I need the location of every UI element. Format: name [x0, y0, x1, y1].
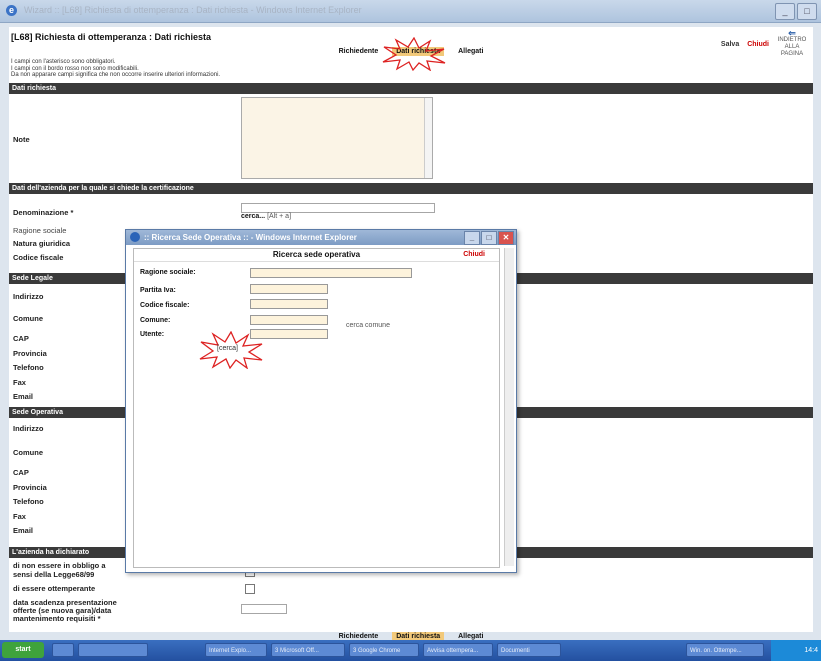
- taskbar-item[interactable]: Internet Explo...: [205, 643, 267, 657]
- popup-comune-field[interactable]: [250, 315, 328, 325]
- codice-fiscale-label: Codice fiscale: [13, 253, 64, 262]
- scadenza-line-3: mantenimento requisiti *: [13, 614, 101, 623]
- tab-allegati[interactable]: Allegati: [454, 47, 487, 56]
- taskbar-item[interactable]: [78, 643, 148, 657]
- popup-ragione-sociale-field[interactable]: [250, 268, 412, 278]
- popup-codice-fiscale-field[interactable]: [250, 299, 328, 309]
- popup-title: :: Ricerca Sede Operativa :: - Windows I…: [144, 233, 357, 242]
- popup-header: Ricerca sede operativa Chiudi: [134, 249, 499, 262]
- comune-operativa-label: Comune: [13, 448, 43, 457]
- popup-partita-iva-field[interactable]: [250, 284, 328, 294]
- taskbar-item[interactable]: Documenti: [497, 643, 561, 657]
- note-line: Da non apparare campi significa che non …: [11, 72, 221, 78]
- email-label: Email: [13, 392, 34, 401]
- window-titlebar: e Wizard :: [L68] Richiesta di ottempera…: [0, 0, 821, 23]
- denominazione-field[interactable]: [241, 203, 435, 213]
- cap-label: CAP: [13, 334, 29, 343]
- start-button[interactable]: start: [2, 642, 44, 658]
- popup-partita-iva-label: Partita Iva:: [140, 287, 176, 294]
- taskbar-item[interactable]: Win. on. Ottempe...: [686, 643, 764, 657]
- fax-operativa-label: Fax: [13, 512, 26, 521]
- ottemperante-checkbox[interactable]: [245, 584, 255, 594]
- indirizzo-operativa-label: Indirizzo: [13, 424, 44, 433]
- highlight-star-icon: [382, 37, 446, 71]
- maximize-icon[interactable]: □: [481, 231, 497, 245]
- scadenza-label: data scadenza presentazione offerte (se n…: [13, 599, 117, 623]
- telefono-label: Telefono: [13, 363, 44, 372]
- ie-icon: e: [6, 5, 17, 16]
- popup-close-button[interactable]: Chiudi: [463, 249, 485, 261]
- popup-comune-label: Comune:: [140, 317, 171, 324]
- ottemperante-label: di essere ottemperante: [13, 584, 96, 593]
- telefono-operativa-label: Telefono: [13, 497, 44, 506]
- taskbar-item[interactable]: [52, 643, 74, 657]
- note-label: Note: [13, 135, 30, 144]
- email-operativa-label: Email: [13, 526, 34, 535]
- popup-codice-fiscale-label: Codice fiscale:: [140, 302, 190, 309]
- cerca-link-label: cerca...: [241, 213, 266, 220]
- denominazione-label: Denominazione *: [13, 208, 74, 217]
- popup-ragione-sociale-label: Ragione sociale:: [140, 269, 196, 276]
- popup-ricerca-sede: :: Ricerca Sede Operativa :: - Windows I…: [125, 229, 517, 573]
- taskbar-item[interactable]: Avvisa ottempera...: [423, 643, 493, 657]
- provincia-label: Provincia: [13, 349, 47, 358]
- taskbar-item[interactable]: 3 Microsoft Off...: [271, 643, 345, 657]
- page-title: [L68] Richiesta di ottemperanza : Dati r…: [11, 32, 212, 42]
- section-azienda: Dati dell'azienda per la quale si chiede…: [9, 183, 813, 194]
- popup-utente-label: Utente:: [140, 331, 165, 338]
- tab-richiedente[interactable]: Richiedente: [335, 47, 383, 56]
- obbligo-line-2: sensi della Legge68/99: [13, 570, 95, 579]
- indirizzo-label: Indirizzo: [13, 292, 44, 301]
- scadenza-date-field[interactable]: [241, 604, 287, 614]
- close-icon[interactable]: ✕: [498, 231, 514, 245]
- taskbar-clock: 14:4: [771, 640, 821, 661]
- popup-window-controls: _ □ ✕: [464, 231, 514, 245]
- cap-operativa-label: CAP: [13, 468, 29, 477]
- ie-icon: [130, 232, 140, 242]
- section-dati-richiesta: Dati richiesta: [9, 83, 813, 94]
- popup-titlebar: :: Ricerca Sede Operativa :: - Windows I…: [126, 230, 516, 245]
- obbligo-line-1: di non essere in obbligo a: [13, 561, 106, 570]
- windows-taskbar: start Internet Explo... 3 Microsoft Off.…: [0, 640, 821, 661]
- fax-label: Fax: [13, 378, 26, 387]
- ragione-sociale-label: Ragione sociale: [13, 226, 67, 235]
- comune-label: Comune: [13, 314, 43, 323]
- popup-content: Ricerca sede operativa Chiudi Ragione so…: [133, 248, 500, 568]
- cerca-link[interactable]: cerca... [Alt + a]: [241, 213, 291, 220]
- popup-heading: Ricerca sede operativa: [272, 250, 361, 259]
- window-title: Wizard :: [L68] Richiesta di ottemperanz…: [24, 5, 362, 15]
- window-controls: _ □: [775, 3, 817, 20]
- note-textarea[interactable]: [241, 97, 433, 179]
- popup-cerca-button[interactable]: [cerca]: [217, 345, 238, 352]
- form-notes: I campi con l'asterisco sono obbligatori…: [11, 59, 220, 79]
- natura-giuridica-label: Natura giuridica: [13, 239, 71, 248]
- provincia-operativa-label: Provincia: [13, 483, 47, 492]
- taskbar-item[interactable]: 3 Google Chrome: [349, 643, 419, 657]
- minimize-icon[interactable]: _: [775, 3, 795, 20]
- obbligo-label: di non essere in obbligo a sensi della Le…: [13, 561, 106, 579]
- cerca-hint: [Alt + a]: [267, 213, 292, 220]
- maximize-icon[interactable]: □: [797, 3, 817, 20]
- minimize-icon[interactable]: _: [464, 231, 480, 245]
- popup-cerca-comune-link[interactable]: cerca comune: [346, 322, 390, 329]
- popup-scrollbar[interactable]: [504, 248, 514, 566]
- back-arrow-icon: ⇐: [788, 28, 796, 38]
